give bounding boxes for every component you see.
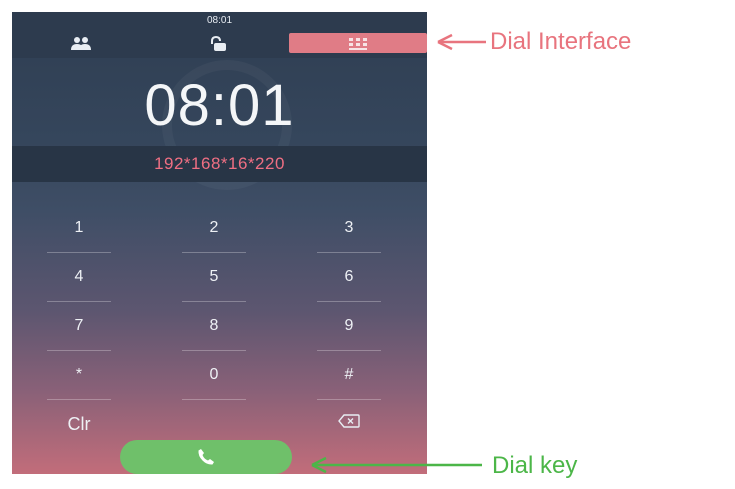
dialpad-grid-icon	[349, 37, 367, 50]
key-hash[interactable]: #	[317, 357, 381, 393]
top-bar: 08:01	[12, 12, 427, 58]
key-6[interactable]: 6	[317, 259, 381, 295]
divider	[182, 399, 246, 400]
dialed-number: 192*168*16*220	[154, 154, 285, 173]
backspace-button[interactable]	[317, 406, 381, 442]
key-2[interactable]: 2	[182, 210, 246, 246]
divider	[47, 252, 111, 253]
key-7[interactable]: 7	[47, 308, 111, 344]
dial-key-button[interactable]	[120, 440, 292, 474]
key-9[interactable]: 9	[317, 308, 381, 344]
divider	[317, 350, 381, 351]
key-1[interactable]: 1	[47, 210, 111, 246]
divider	[317, 399, 381, 400]
divider	[317, 301, 381, 302]
key-3[interactable]: 3	[317, 210, 381, 246]
phone-screen: 08:01 08:01 192*168*16*220 1 2 3 4 5 6 7…	[12, 12, 427, 474]
dial-key-label: Dial key	[492, 452, 578, 479]
dial-interface-label: Dial Interface	[490, 28, 632, 55]
key-0[interactable]: 0	[182, 357, 246, 393]
backspace-icon	[338, 406, 360, 442]
status-time: 08:01	[206, 15, 233, 26]
divider	[47, 301, 111, 302]
key-5[interactable]: 5	[182, 259, 246, 295]
clock-display: 08:01	[144, 73, 295, 138]
contacts-icon[interactable]	[70, 36, 92, 52]
tab-dialpad[interactable]	[289, 33, 427, 53]
key-4[interactable]: 4	[47, 259, 111, 295]
unlock-icon[interactable]	[207, 35, 229, 52]
divider	[47, 399, 111, 400]
divider	[47, 350, 111, 351]
key-star[interactable]: *	[47, 357, 111, 393]
key-8[interactable]: 8	[182, 308, 246, 344]
dial-interface-arrow	[437, 33, 486, 51]
divider	[182, 350, 246, 351]
divider	[182, 252, 246, 253]
divider	[182, 301, 246, 302]
clear-button[interactable]: Clr	[47, 406, 111, 442]
divider	[317, 252, 381, 253]
phone-icon	[197, 448, 215, 471]
